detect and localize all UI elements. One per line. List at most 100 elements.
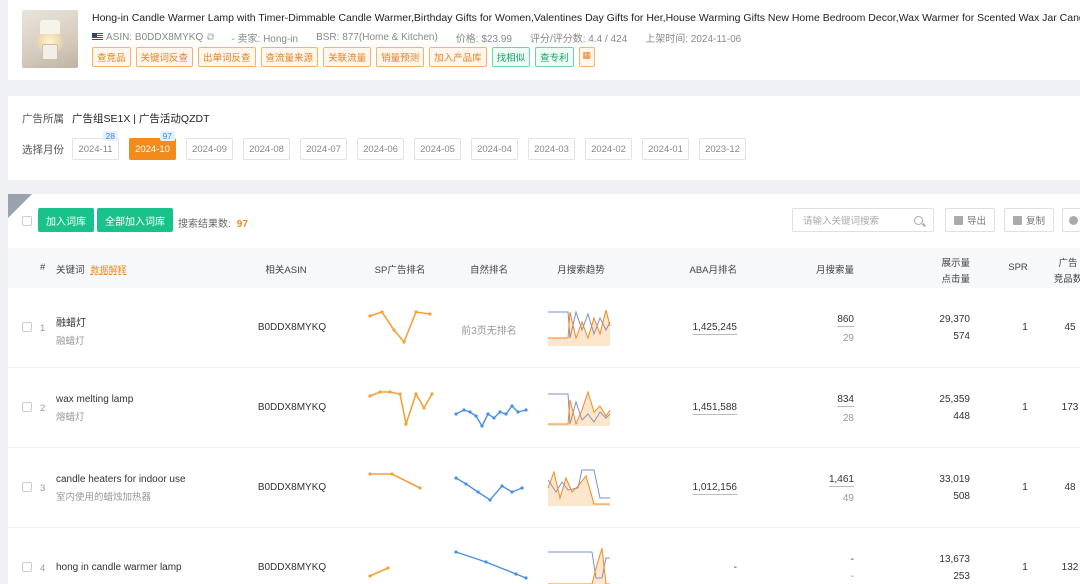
- ad-info-panel: 广告所属 广告组SE1X | 广告活动QZDT 选择月份 2024-11 28 202…: [8, 96, 1080, 180]
- related-asin[interactable]: B0DDX8MYKQ: [258, 482, 326, 493]
- col-monthly-volume[interactable]: 月搜索量: [816, 262, 854, 276]
- aba-rank-value[interactable]: -: [734, 562, 737, 573]
- keyword-cell[interactable]: candle heaters for indoor use 室内使用的蜡烛加热器: [56, 474, 186, 503]
- sp-rank-sparkline[interactable]: [368, 388, 434, 428]
- aba-rank-value[interactable]: 1,012,156: [692, 482, 737, 495]
- select-all-checkbox[interactable]: [22, 216, 32, 226]
- action-tag[interactable]: 关联流量: [323, 47, 372, 67]
- natural-rank-text: 前3页无排名: [461, 326, 517, 337]
- keyword-text[interactable]: candle heaters for indoor use: [56, 474, 186, 485]
- natural-rank-sparkline[interactable]: [454, 550, 528, 584]
- col-sp-rank[interactable]: SP广告排名: [375, 262, 426, 276]
- col-aba-rank[interactable]: ABA月排名: [689, 262, 737, 276]
- volume-value[interactable]: 860: [837, 314, 854, 327]
- month-option[interactable]: 2024-03: [528, 138, 575, 160]
- keyword-text[interactable]: 融蜡灯: [56, 314, 86, 329]
- action-tag[interactable]: 出单词反查: [198, 47, 256, 67]
- action-tag[interactable]: 查专利: [535, 47, 574, 67]
- sparkline-dot: [484, 560, 488, 564]
- ad-competitors-value: 173: [1061, 402, 1079, 413]
- sparkline-dot: [380, 310, 384, 314]
- month-option[interactable]: 2024-06: [357, 138, 404, 160]
- asin-text[interactable]: ASIN: B0DDX8MYKQ: [106, 32, 203, 43]
- month-option[interactable]: 2024-10 97: [129, 131, 176, 160]
- table-row[interactable]: 4 hong in candle warmer lamp B0DDX8MYKQ - - -…: [8, 528, 1080, 584]
- keyword-cell[interactable]: 融蜡灯 融蜡灯: [56, 314, 86, 347]
- month-option[interactable]: 2024-01: [642, 138, 689, 160]
- month-option[interactable]: 2024-09: [186, 138, 233, 160]
- table-row[interactable]: 2 wax melting lamp 熔蜡灯 B0DDX8MYKQ 1,451,588 8…: [8, 368, 1080, 448]
- table-row[interactable]: 1 融蜡灯 融蜡灯 B0DDX8MYKQ 前3页无排名 1,425,245 860 29 29,…: [8, 288, 1080, 368]
- keyword-text[interactable]: wax melting lamp: [56, 394, 133, 405]
- calculator-icon[interactable]: ▦: [578, 47, 595, 67]
- chart-settings-button[interactable]: [1062, 208, 1080, 232]
- related-asin[interactable]: B0DDX8MYKQ: [258, 322, 326, 333]
- col-impressions[interactable]: 展示量 点击量: [941, 255, 970, 285]
- month-option[interactable]: 2023-12: [699, 138, 746, 160]
- sp-rank-sparkline[interactable]: [368, 468, 432, 508]
- ad-group-label: 广告所属: [22, 113, 64, 125]
- action-tag[interactable]: 找相似: [491, 47, 531, 67]
- keyword-cell[interactable]: hong in candle warmer lamp: [56, 562, 182, 573]
- col-natural-rank[interactable]: 自然排名: [470, 262, 508, 276]
- month-option[interactable]: 2024-04: [471, 138, 518, 160]
- volume-value[interactable]: -: [851, 554, 854, 565]
- result-count: 搜索结果数: 97: [178, 215, 248, 230]
- keyword-text[interactable]: hong in candle warmer lamp: [56, 562, 182, 573]
- row-index: 3: [40, 483, 46, 494]
- add-to-library-button[interactable]: 加入词库: [38, 208, 94, 232]
- action-tag[interactable]: 查竞品: [92, 47, 131, 67]
- data-explain-link[interactable]: 数据解释: [91, 265, 127, 275]
- volume-value[interactable]: 1,461: [828, 474, 854, 487]
- search-trend-sparkline[interactable]: [548, 308, 611, 346]
- action-tag[interactable]: 销量预测: [376, 47, 425, 67]
- month-option[interactable]: 2024-08: [243, 138, 290, 160]
- keyword-cell[interactable]: wax melting lamp 熔蜡灯: [56, 394, 133, 423]
- natural-rank-sparkline[interactable]: [454, 472, 526, 504]
- related-asin[interactable]: B0DDX8MYKQ: [258, 402, 326, 413]
- product-image[interactable]: [22, 10, 78, 68]
- col-ad-competitors[interactable]: 广告 竞品数: [1054, 255, 1080, 285]
- col-index: #: [40, 262, 46, 273]
- sparkline-dot: [422, 406, 426, 410]
- external-link-icon[interactable]: ⧉: [206, 32, 213, 43]
- volume-sub-value: 28: [842, 413, 854, 424]
- month-option[interactable]: 2024-05: [414, 138, 461, 160]
- add-all-to-library-button[interactable]: 全部加入词库: [97, 208, 173, 232]
- natural-rank-sparkline[interactable]: [454, 392, 528, 428]
- month-option[interactable]: 2024-02: [585, 138, 632, 160]
- search-trend-sparkline[interactable]: [548, 388, 611, 426]
- row-checkbox[interactable]: [22, 482, 32, 492]
- col-keyword[interactable]: 关键词 数据解释: [56, 262, 127, 276]
- search-trend-sparkline[interactable]: [547, 468, 610, 506]
- spr-value: 1: [1022, 322, 1028, 333]
- sparkline-path: [369, 311, 431, 344]
- action-tag[interactable]: 查流量来源: [260, 47, 319, 67]
- col-spr[interactable]: SPR: [1008, 262, 1028, 273]
- search-icon[interactable]: [914, 215, 923, 225]
- clicks-value: 253: [953, 571, 970, 582]
- volume-value[interactable]: 834: [837, 394, 854, 407]
- sparkline-dot: [368, 314, 372, 318]
- action-tag[interactable]: 加入产品库: [429, 47, 487, 67]
- keyword-search-input[interactable]: 请输入关键词搜索: [792, 208, 934, 232]
- action-tag[interactable]: 关键词反查: [135, 47, 194, 67]
- export-button[interactable]: 导出: [945, 208, 996, 232]
- related-asin[interactable]: B0DDX8MYKQ: [258, 562, 326, 573]
- ad-group-row: 广告所属 广告组SE1X | 广告活动QZDT: [22, 111, 210, 126]
- sparkline-dot: [428, 312, 432, 316]
- month-option[interactable]: 2024-07: [300, 138, 347, 160]
- aba-rank-value[interactable]: 1,425,245: [692, 322, 737, 335]
- aba-rank-value[interactable]: 1,451,588: [692, 402, 737, 415]
- row-checkbox[interactable]: [22, 402, 32, 412]
- row-checkbox[interactable]: [22, 562, 32, 572]
- search-trend-sparkline[interactable]: [548, 547, 610, 584]
- sp-rank-sparkline[interactable]: [368, 548, 432, 584]
- row-checkbox[interactable]: [22, 322, 32, 332]
- product-title[interactable]: Hong-in Candle Warmer Lamp with Timer-Di…: [92, 12, 1080, 24]
- copy-button[interactable]: 复制: [1004, 208, 1055, 232]
- month-option[interactable]: 2024-11 28: [72, 131, 119, 160]
- sp-rank-sparkline[interactable]: [368, 308, 432, 348]
- table-row[interactable]: 3 candle heaters for indoor use 室内使用的蜡烛加热器…: [8, 448, 1080, 528]
- sparkline-path: [369, 567, 389, 577]
